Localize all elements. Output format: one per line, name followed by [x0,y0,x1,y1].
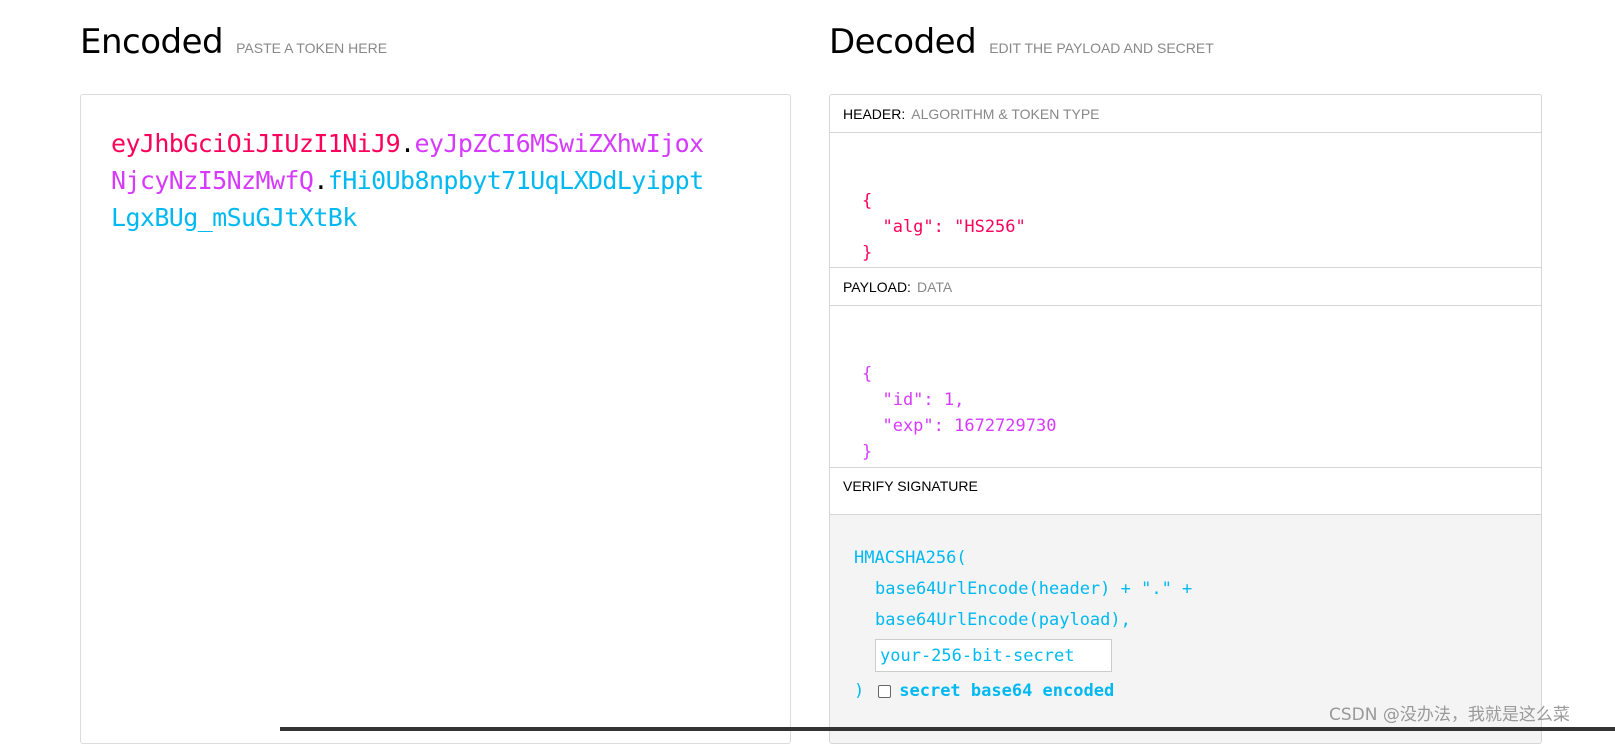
verify-line-payload: base64UrlEncode(payload), [875,610,1131,630]
decoded-title-group: Decoded EDIT THE PAYLOAD AND SECRET [829,22,1214,62]
token-dot: . [400,129,415,158]
verify-line-header: base64UrlEncode(header) + "." + [875,579,1193,599]
verify-label: VERIFY SIGNATURE [843,478,978,494]
payload-sublabel: DATA [916,279,953,295]
encoded-title: Encoded [80,22,224,62]
verify-close-paren: ) [854,681,865,701]
header-json[interactable]: { "alg": "HS256" } [862,162,1026,266]
payload-json-editor[interactable]: { "id": 1, "exp": 1672729730 } [830,306,1541,468]
base64-encoded-checkbox[interactable] [878,684,892,698]
token-dot: . [313,166,328,195]
verify-code: HMACSHA256( base64UrlEncode(header) + ".… [854,543,1192,636]
payload-label: PAYLOAD: [843,279,911,295]
header-json-open: { [862,191,873,211]
base64-encoded-label[interactable]: secret base64 encoded [899,681,1114,701]
payload-json[interactable]: { "id": 1, "exp": 1672729730 } [862,335,1056,465]
decoded-subtitle: EDIT THE PAYLOAD AND SECRET [989,40,1214,56]
token-header-part: eyJhbGciOiJIUzI1NiJ9 [111,129,401,158]
payload-json-open: { [862,364,873,384]
header-json-editor[interactable]: { "alg": "HS256" } [830,133,1541,268]
payload-json-close: } [862,442,873,462]
payload-section-title: PAYLOAD: DATA [830,268,1541,306]
verify-section-title: VERIFY SIGNATURE [830,468,1541,515]
encoded-subtitle: PASTE A TOKEN HERE [236,40,388,56]
token-text[interactable]: eyJhbGciOiJIUzI1NiJ9.eyJpZCI6MSwiZXhwIjo… [111,125,711,236]
encoded-title-group: Encoded PASTE A TOKEN HERE [80,22,387,62]
payload-json-id: "id": 1, [862,390,965,410]
payload-json-exp: "exp": 1672729730 [862,416,1057,436]
verify-close-row: ) secret base64 encoded [854,681,1114,701]
watermark: CSDN @没办法，我就是这么菜 [1329,705,1570,725]
secret-input[interactable] [875,639,1112,672]
header-section-title: HEADER: ALGORITHM & TOKEN TYPE [830,95,1541,133]
header-json-alg: "alg": "HS256" [862,217,1026,237]
bottom-divider [280,727,1615,731]
header-label: HEADER: [843,106,906,122]
encoded-token-editor[interactable]: eyJhbGciOiJIUzI1NiJ9.eyJpZCI6MSwiZXhwIjo… [80,94,791,744]
decoded-title: Decoded [829,22,977,62]
header-json-close: } [862,243,873,263]
header-sublabel: ALGORITHM & TOKEN TYPE [911,106,1100,122]
verify-line-hmac: HMACSHA256( [854,548,967,568]
decoded-panel: HEADER: ALGORITHM & TOKEN TYPE { "alg": "… [829,94,1542,744]
